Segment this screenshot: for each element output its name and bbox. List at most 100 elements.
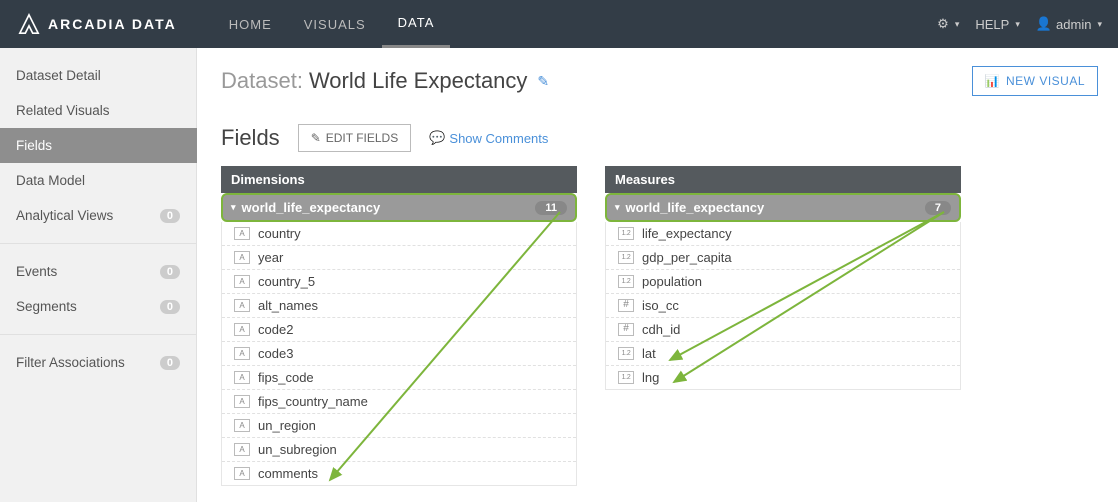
- fields-bar: Fields ✎ EDIT FIELDS 💬 Show Comments: [221, 124, 1098, 152]
- sidebar-item-segments[interactable]: Segments 0: [0, 289, 196, 324]
- sidebar-item-analytical-views[interactable]: Analytical Views 0: [0, 198, 196, 233]
- settings-menu[interactable]: ⚙▾: [937, 16, 959, 32]
- text-type-icon: A: [234, 347, 250, 360]
- field-row[interactable]: Aun_subregion: [222, 437, 576, 461]
- field-row[interactable]: Acode3: [222, 341, 576, 365]
- nav-data[interactable]: DATA: [382, 0, 451, 48]
- field-name: un_subregion: [258, 442, 337, 457]
- text-type-icon: A: [234, 395, 250, 408]
- text-type-icon: A: [234, 419, 250, 432]
- field-name: un_region: [258, 418, 316, 433]
- user-icon: 👤: [1036, 16, 1052, 32]
- text-type-icon: A: [234, 251, 250, 264]
- field-count-badge: 7: [925, 201, 951, 215]
- count-badge: 0: [160, 356, 180, 370]
- count-badge: 0: [160, 209, 180, 223]
- sidebar-item-label: Analytical Views: [16, 208, 113, 223]
- decimal-type-icon: 1.2: [618, 227, 634, 240]
- count-badge: 0: [160, 265, 180, 279]
- field-name: fips_code: [258, 370, 314, 385]
- decimal-type-icon: 1.2: [618, 251, 634, 264]
- sidebar-item-related-visuals[interactable]: Related Visuals: [0, 93, 196, 128]
- field-row[interactable]: Acode2: [222, 317, 576, 341]
- dimensions-group-header[interactable]: ▾ world_life_expectancy 11: [221, 193, 577, 222]
- field-name: alt_names: [258, 298, 318, 313]
- dimensions-list: AcountryAyearAcountry_5Aalt_namesAcode2A…: [221, 222, 577, 486]
- field-row[interactable]: Acomments: [222, 461, 576, 485]
- caret-down-icon: ▾: [1015, 19, 1020, 30]
- field-row[interactable]: 1.2lat: [606, 341, 960, 365]
- show-comments-link[interactable]: 💬 Show Comments: [429, 130, 548, 146]
- new-visual-label: NEW VISUAL: [1006, 74, 1085, 88]
- field-row[interactable]: # cdh_id: [606, 317, 960, 341]
- fields-title: Fields: [221, 125, 280, 151]
- group-name: world_life_expectancy: [626, 200, 765, 215]
- field-row[interactable]: 1.2gdp_per_capita: [606, 245, 960, 269]
- integer-type-icon: #: [618, 323, 634, 336]
- field-row[interactable]: 1.2population: [606, 269, 960, 293]
- field-name: code2: [258, 322, 293, 337]
- sidebar-item-label: Fields: [16, 138, 52, 153]
- measures-group-header[interactable]: ▾ world_life_expectancy 7: [605, 193, 961, 222]
- sidebar-item-label: Data Model: [16, 173, 85, 188]
- help-label: HELP: [975, 17, 1009, 32]
- sidebar-item-label: Segments: [16, 299, 77, 314]
- sidebar-item-filter-associations[interactable]: Filter Associations 0: [0, 345, 196, 380]
- user-menu[interactable]: 👤 admin ▾: [1036, 16, 1102, 32]
- sidebar-item-dataset-detail[interactable]: Dataset Detail: [0, 58, 196, 93]
- field-row[interactable]: Acountry: [222, 222, 576, 245]
- field-name: comments: [258, 466, 318, 481]
- group-name: world_life_expectancy: [242, 200, 381, 215]
- field-name: lng: [642, 370, 659, 385]
- sidebar-item-data-model[interactable]: Data Model: [0, 163, 196, 198]
- edit-fields-button[interactable]: ✎ EDIT FIELDS: [298, 124, 412, 152]
- field-row[interactable]: # iso_cc: [606, 293, 960, 317]
- field-name: cdh_id: [642, 322, 680, 337]
- measures-header: Measures: [605, 166, 961, 193]
- field-row[interactable]: Aun_region: [222, 413, 576, 437]
- field-name: iso_cc: [642, 298, 679, 313]
- text-type-icon: A: [234, 323, 250, 336]
- chart-icon: 📊: [985, 74, 1000, 88]
- field-name: life_expectancy: [642, 226, 732, 241]
- decimal-type-icon: 1.2: [618, 371, 634, 384]
- field-row[interactable]: Acountry_5: [222, 269, 576, 293]
- field-name: lat: [642, 346, 656, 361]
- brand-logo-icon: [18, 13, 40, 35]
- field-row[interactable]: 1.2 lng: [606, 365, 960, 389]
- field-row[interactable]: Afips_code: [222, 365, 576, 389]
- main-content: Dataset: World Life Expectancy ✎ 📊 NEW V…: [197, 48, 1118, 502]
- field-panels: Dimensions ▾ world_life_expectancy 11 Ac…: [221, 166, 1098, 486]
- pencil-icon: ✎: [311, 131, 321, 145]
- field-name: code3: [258, 346, 293, 361]
- new-visual-button[interactable]: 📊 NEW VISUAL: [972, 66, 1098, 96]
- nav-visuals[interactable]: VISUALS: [288, 0, 382, 48]
- field-row[interactable]: Ayear: [222, 245, 576, 269]
- text-type-icon: A: [234, 227, 250, 240]
- comment-icon: 💬: [429, 130, 445, 146]
- caret-down-icon: ▾: [1097, 19, 1102, 30]
- nav-home[interactable]: HOME: [213, 0, 288, 48]
- collapse-icon: ▾: [231, 202, 236, 213]
- measures-panel: Measures ▾ world_life_expectancy 7 1.2 li…: [605, 166, 961, 486]
- integer-type-icon: #: [618, 299, 634, 312]
- sidebar-item-events[interactable]: Events 0: [0, 254, 196, 289]
- sidebar-item-fields[interactable]: Fields: [0, 128, 197, 163]
- caret-down-icon: ▾: [955, 19, 960, 30]
- top-nav: HOME VISUALS DATA: [213, 0, 451, 48]
- sidebar-item-label: Dataset Detail: [16, 68, 101, 83]
- text-type-icon: A: [234, 443, 250, 456]
- edit-dataset-icon[interactable]: ✎: [537, 73, 549, 90]
- topbar: ARCADIA DATA HOME VISUALS DATA ⚙▾ HELP▾ …: [0, 0, 1118, 48]
- brand: ARCADIA DATA: [18, 13, 177, 35]
- field-row[interactable]: Afips_country_name: [222, 389, 576, 413]
- sidebar-item-label: Related Visuals: [16, 103, 110, 118]
- field-row[interactable]: 1.2 life_expectancy: [606, 222, 960, 245]
- dataset-title: World Life Expectancy: [309, 68, 527, 94]
- field-row[interactable]: Aalt_names: [222, 293, 576, 317]
- brand-text: ARCADIA DATA: [48, 16, 177, 32]
- field-name: country: [258, 226, 301, 241]
- help-menu[interactable]: HELP ▾: [975, 17, 1020, 32]
- title-bar: Dataset: World Life Expectancy ✎ 📊 NEW V…: [221, 66, 1098, 96]
- text-type-icon: A: [234, 275, 250, 288]
